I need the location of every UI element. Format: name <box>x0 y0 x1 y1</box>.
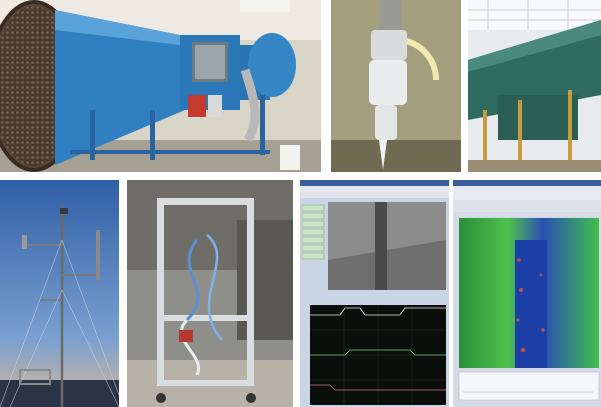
met-mast-photo <box>0 180 119 407</box>
frame-rig-photo <box>127 180 293 407</box>
iced-cylinder-photo <box>331 0 461 172</box>
camera-monitor-software-screenshot <box>300 180 449 407</box>
thermal-image-software-screenshot <box>453 180 601 407</box>
wind-tunnel-photo <box>0 0 321 172</box>
green-wind-tunnel-photo <box>468 0 601 172</box>
